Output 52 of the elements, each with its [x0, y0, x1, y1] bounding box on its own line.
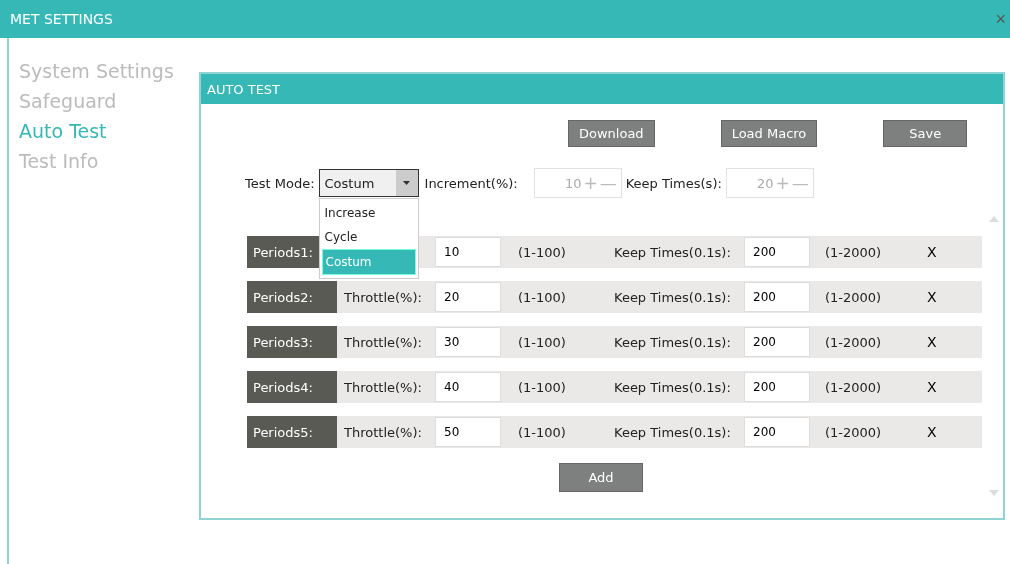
keep-times-label: Keep Times(0.1s): [614, 289, 732, 305]
remove-button[interactable]: X [923, 424, 941, 440]
test-mode-dropdown[interactable]: Costum [318, 169, 419, 197]
throttle-field[interactable]: 10 [435, 237, 501, 267]
keep-times-field[interactable]: 200 [744, 327, 810, 357]
remove-button[interactable]: X [923, 334, 941, 350]
range-text: (1-2000) [824, 379, 883, 395]
dropdown-option[interactable]: Increase [321, 201, 416, 225]
action-button[interactable]: Save [883, 120, 968, 147]
throttle-label: Throttle(%): [344, 334, 422, 350]
keep-times-field[interactable]: 200 [744, 372, 810, 402]
range-text: (1-2000) [824, 289, 883, 305]
keep-times-label: Keep Times(0.1s): [614, 334, 732, 350]
remove-button[interactable]: X [923, 379, 941, 395]
period-label: Periods2: [247, 281, 337, 313]
range-text: (1-100) [517, 244, 567, 260]
throttle-label: Throttle(%): [344, 289, 422, 305]
keep-times-label: Keep Times(s): [625, 175, 722, 191]
test-mode-label: Test Mode: [245, 175, 315, 191]
keep-times-label: Keep Times(0.1s): [614, 424, 732, 440]
range-text: (1-100) [517, 334, 567, 350]
throttle-field[interactable]: 40 [435, 372, 501, 402]
keep-times-field[interactable]: 200 [744, 282, 810, 312]
keep-times-label: Keep Times(0.1s): [614, 244, 732, 260]
window-title: MET SETTINGS [10, 11, 113, 27]
caret-icon [403, 181, 411, 185]
action-button[interactable]: Download [568, 120, 655, 147]
range-text: (1-2000) [824, 424, 883, 440]
panel-title: AUTO TEST [207, 81, 281, 97]
range-text: (1-100) [517, 424, 567, 440]
throttle-label: Throttle(%): [344, 379, 422, 395]
keep-times-field[interactable]: 200 [744, 417, 810, 447]
period-label: Periods3: [247, 326, 337, 358]
scroll-down-icon[interactable] [989, 490, 999, 496]
remove-button[interactable]: X [923, 244, 941, 260]
period-label: Periods5: [247, 416, 337, 448]
throttle-field[interactable]: 20 [435, 282, 501, 312]
add-button[interactable]: Add [559, 463, 643, 492]
increment-label: Increment(%): [424, 175, 518, 191]
throttle-label: Throttle(%): [344, 424, 422, 440]
range-text: (1-100) [517, 289, 567, 305]
keep-times-field[interactable]: 200 [744, 237, 810, 267]
throttle-field[interactable]: 50 [435, 417, 501, 447]
throttle-field[interactable]: 30 [435, 327, 501, 357]
period-label: Periods4: [247, 371, 337, 403]
action-button[interactable]: Load Macro [720, 120, 818, 147]
remove-button[interactable]: X [923, 289, 941, 305]
scroll-up-icon[interactable] [989, 216, 999, 222]
range-text: (1-2000) [824, 244, 883, 260]
keep-times-label: Keep Times(0.1s): [614, 379, 732, 395]
range-text: (1-100) [517, 379, 567, 395]
range-text: (1-2000) [824, 334, 883, 350]
